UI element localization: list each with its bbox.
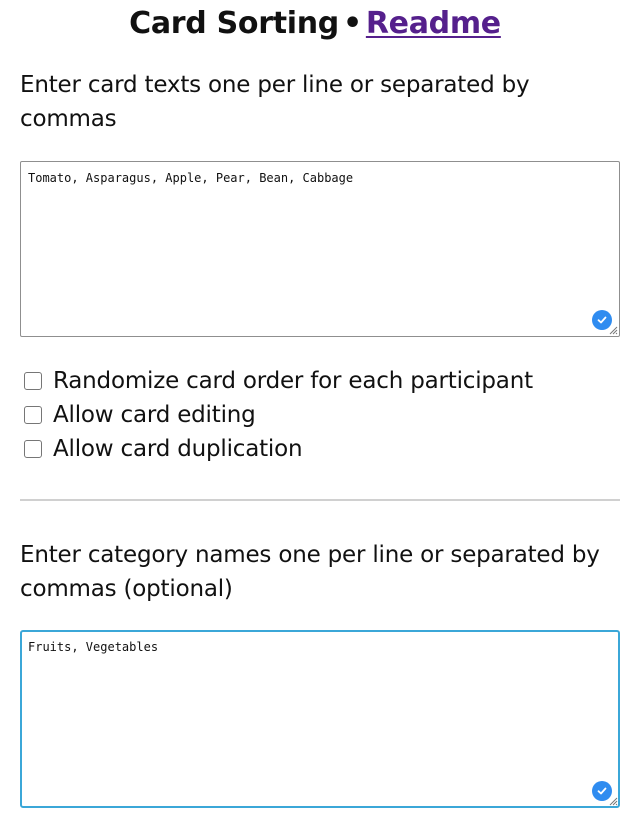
option-randomize[interactable]: Randomize card order for each participan… — [24, 364, 614, 398]
title-separator: • — [342, 6, 362, 41]
allow-duplication-checkbox[interactable] — [24, 440, 42, 458]
options-list: Randomize card order for each participan… — [24, 364, 614, 466]
checkmark-icon — [597, 316, 607, 324]
checkmark-icon — [597, 787, 607, 795]
option-allow-editing[interactable]: Allow card editing — [24, 398, 614, 432]
option-allow-duplication[interactable]: Allow card duplication — [24, 432, 614, 466]
categories-textarea[interactable]: Fruits, Vegetables — [20, 630, 620, 808]
section-divider — [20, 499, 620, 501]
categories-textarea-wrapper: Fruits, Vegetables — [20, 630, 620, 808]
option-label: Allow card editing — [53, 402, 256, 428]
cards-textarea-wrapper: Tomato, Asparagus, Apple, Pear, Bean, Ca… — [20, 161, 620, 337]
cards-prompt: Enter card texts one per line or separat… — [20, 72, 530, 132]
readme-link[interactable]: Readme — [366, 6, 501, 41]
randomize-checkbox[interactable] — [24, 372, 42, 390]
cards-textarea[interactable]: Tomato, Asparagus, Apple, Pear, Bean, Ca… — [20, 161, 620, 337]
allow-editing-checkbox[interactable] — [24, 406, 42, 424]
resize-grip-icon[interactable] — [609, 326, 618, 335]
title-text: Card Sorting — [129, 6, 339, 41]
categories-prompt: Enter category names one per line or sep… — [20, 542, 600, 602]
resize-grip-icon[interactable] — [609, 797, 618, 806]
option-label: Randomize card order for each participan… — [53, 368, 533, 394]
page-title: Card Sorting • Readme — [0, 4, 630, 44]
option-label: Allow card duplication — [53, 436, 303, 462]
